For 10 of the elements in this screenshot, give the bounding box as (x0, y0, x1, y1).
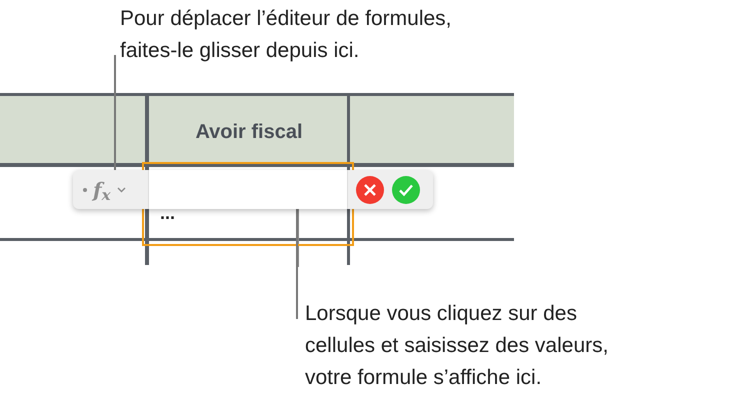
column-header: Avoir fiscal (194, 120, 304, 145)
callout-text: Pour déplacer l’éditeur de formules, faites-le glisser depuis ici. (120, 6, 452, 64)
accept-icon[interactable] (392, 176, 420, 204)
chevron-icon[interactable] (116, 186, 126, 192)
formula-field[interactable] (148, 170, 348, 209)
drag-handle-icon[interactable] (83, 188, 87, 192)
function-button[interactable]: f$_{x}$ (93, 180, 111, 200)
cancel-icon[interactable] (356, 176, 384, 204)
callout-text: Lorsque vous cliquez sur des cellules et saisissez des valeurs, votre formule s’affiche ici. (305, 301, 608, 391)
cell-value: ... (160, 202, 176, 225)
